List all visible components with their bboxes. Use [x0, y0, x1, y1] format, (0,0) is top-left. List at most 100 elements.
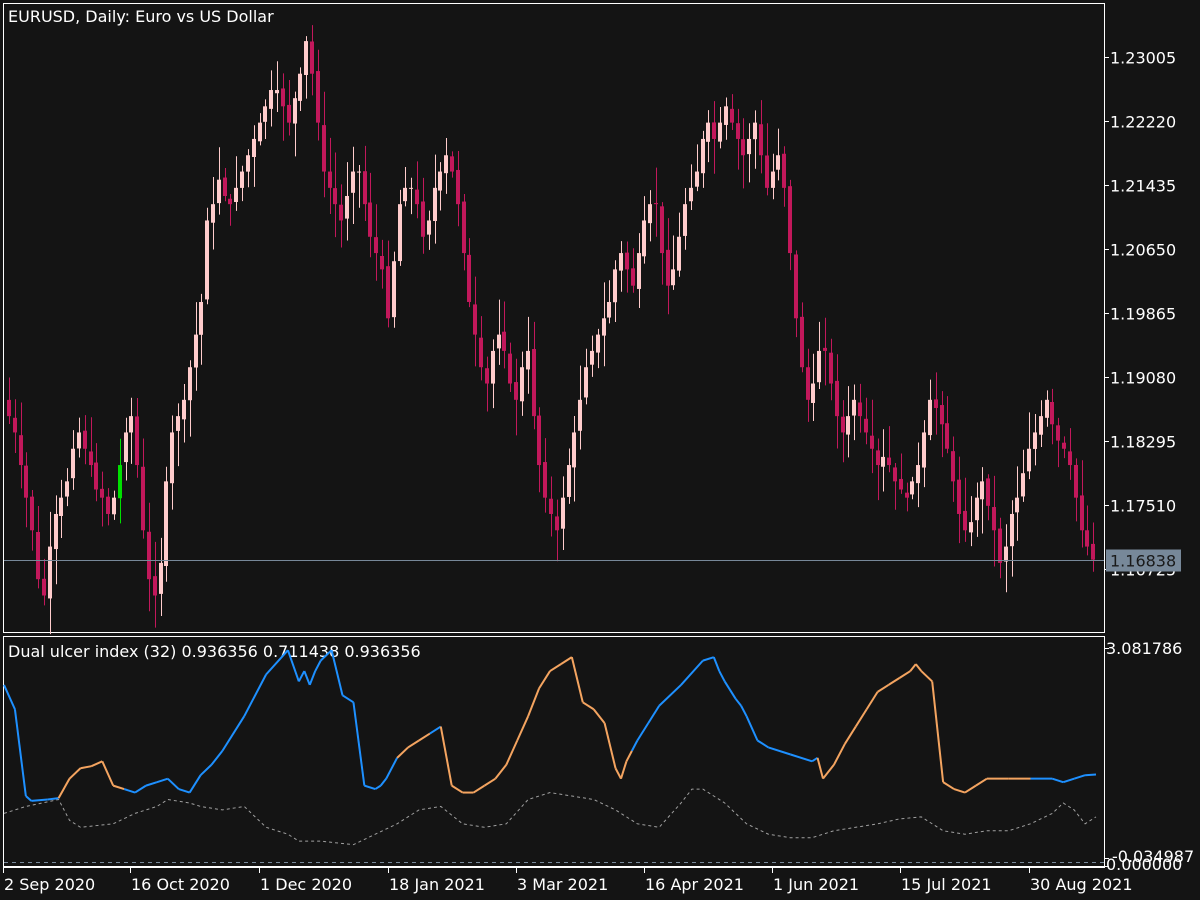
- candle-body: [118, 465, 122, 499]
- candle-body: [444, 155, 448, 174]
- candle: [963, 477, 967, 542]
- candle-body: [170, 432, 174, 484]
- candle: [765, 123, 769, 196]
- candle-body: [1080, 495, 1084, 531]
- candle-body: [409, 187, 413, 189]
- candle: [159, 537, 163, 617]
- candle-body: [83, 430, 87, 449]
- candle-body: [485, 368, 489, 384]
- ulcer-segment: [843, 726, 857, 745]
- x-tick-label: 3 Mar 2021: [517, 875, 608, 894]
- candle-body: [415, 189, 419, 205]
- x-tick-label: 16 Oct 2020: [131, 875, 230, 894]
- candle: [724, 97, 728, 140]
- price-y-axis: 1.23005 1.22220 1.21435 1.20650 1.19865 1.190…: [1104, 49, 1176, 580]
- ulcer-segment: [167, 777, 180, 790]
- candle: [223, 167, 227, 202]
- ulcer-segment: [833, 743, 846, 766]
- candle-body: [596, 334, 600, 353]
- candle-body: [736, 123, 740, 139]
- candle: [893, 462, 897, 510]
- candle-body: [712, 122, 716, 139]
- candle-body: [1010, 513, 1014, 547]
- price-tick-label: 1.17510: [1110, 497, 1176, 516]
- ulcer-segment: [210, 750, 224, 766]
- candle-body: [899, 478, 903, 490]
- candle-body: [13, 417, 17, 433]
- ulcer-segment: [341, 694, 354, 704]
- candle-body: [252, 138, 256, 158]
- candle: [951, 436, 955, 502]
- ulcer-segment: [314, 660, 322, 672]
- candle-body: [677, 236, 681, 271]
- candle: [701, 130, 705, 188]
- ulcer-segment: [768, 746, 791, 756]
- candle-body: [940, 405, 944, 425]
- candle-body: [433, 187, 437, 222]
- candle: [89, 417, 93, 477]
- ulcer-segment: [505, 740, 519, 766]
- candle: [392, 251, 396, 328]
- candle: [555, 499, 559, 562]
- candle-body: [211, 204, 215, 223]
- candle: [811, 353, 815, 422]
- candle: [316, 49, 320, 141]
- indicator-tick-label: 0.000000: [1106, 855, 1182, 874]
- candle-body: [1045, 399, 1049, 418]
- candle: [94, 443, 98, 502]
- ulcer-segment: [429, 725, 442, 735]
- candle: [1004, 524, 1008, 593]
- candle-body: [234, 187, 238, 203]
- candle: [596, 328, 600, 369]
- candle: [252, 125, 256, 187]
- candle-body: [765, 155, 769, 188]
- candle-body: [642, 220, 646, 257]
- candle-body: [508, 353, 512, 384]
- candle: [1080, 460, 1084, 548]
- candle-body: [537, 415, 541, 466]
- candle-body: [351, 171, 355, 193]
- candle: [1027, 412, 1031, 480]
- candle: [188, 360, 192, 437]
- candle-body: [835, 380, 839, 417]
- candle-body: [263, 106, 267, 122]
- price-tick-label: 1.21435: [1110, 177, 1176, 196]
- candle: [403, 167, 407, 207]
- candle: [456, 151, 460, 227]
- candle: [112, 490, 116, 520]
- ulcer-segment: [57, 778, 71, 799]
- ulcer-segment: [887, 677, 900, 686]
- candle-body: [386, 266, 390, 319]
- candle: [934, 372, 938, 435]
- candle-body: [333, 188, 337, 205]
- candle-body: [1015, 497, 1019, 513]
- candle-body: [147, 531, 151, 580]
- candle: [24, 452, 28, 528]
- candle: [345, 162, 349, 241]
- candle-body: [1039, 416, 1043, 435]
- candle: [1010, 500, 1014, 577]
- candle-body: [164, 481, 168, 566]
- candle-body: [1027, 448, 1031, 472]
- ulcer-segment: [1073, 774, 1086, 780]
- candle: [572, 416, 576, 502]
- candle-body: [660, 206, 664, 254]
- candle: [438, 162, 442, 211]
- ulcer-segment: [374, 784, 382, 790]
- ulcer-segment: [13, 709, 27, 797]
- candle-body: [980, 481, 984, 500]
- candle: [718, 107, 722, 149]
- candle-body: [363, 171, 367, 205]
- indicator-y-axis: 3.081786-0.0349870.000000: [1104, 639, 1194, 874]
- candle-body: [176, 416, 180, 431]
- candle: [631, 248, 635, 293]
- candle-body: [368, 202, 372, 237]
- candle-body: [986, 478, 990, 506]
- candle: [48, 511, 52, 635]
- candle: [217, 147, 221, 215]
- candle: [42, 558, 46, 606]
- ulcer-segment: [865, 691, 879, 710]
- price-tick-label: 1.22220: [1110, 113, 1176, 132]
- candle-body: [94, 462, 98, 490]
- candle-body: [730, 108, 734, 123]
